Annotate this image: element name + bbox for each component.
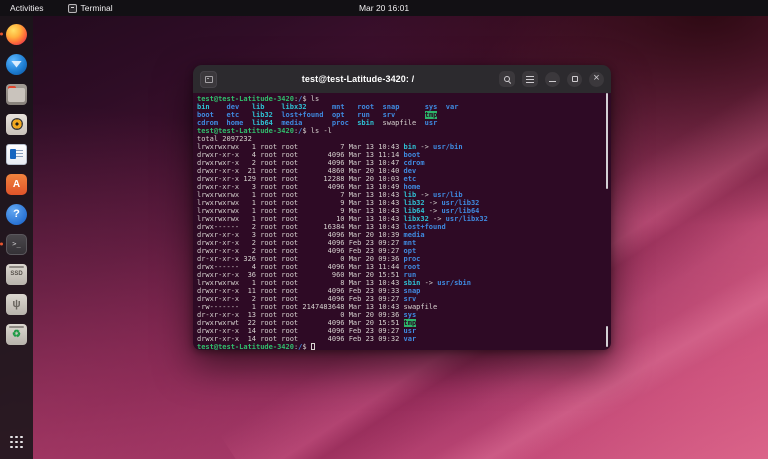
terminal-line: drwxr-xr-x 36 root root 960 Mar 20 15:51… — [197, 271, 417, 279]
maximize-icon — [571, 76, 578, 82]
usb-drive-icon: ψ — [6, 293, 27, 315]
terminal-line: lrwxrwxrwx 1 root root 10 Mar 13 10:43 l… — [197, 215, 488, 223]
terminal-line: drwxr-xr-x 2 root root 4096 Feb 23 09:27… — [197, 239, 417, 247]
terminal-line: drwxr-xr-x 3 root root 4096 Mar 20 10:39… — [197, 231, 425, 239]
app-grid-button[interactable] — [10, 435, 24, 449]
drive-slot — [9, 265, 24, 268]
close-icon: × — [593, 72, 600, 84]
terminal-cursor — [310, 343, 315, 350]
app-menu[interactable]: Terminal — [67, 3, 113, 13]
dock-item-thunderbird[interactable] — [4, 51, 30, 77]
dock-item-terminal[interactable]: >_ — [0, 231, 30, 257]
terminal-line: drwx------ 4 root root 4096 Mar 13 11:44… — [197, 263, 421, 271]
dock-item-help[interactable]: ? — [4, 201, 30, 227]
ssd-label: SSD — [10, 271, 23, 277]
titlebar[interactable]: test@test-Latitude-3420: / × — [193, 65, 611, 93]
terminal-line: lrwxrwxrwx 1 root root 7 Mar 13 10:43 bi… — [197, 143, 463, 151]
minimize-button[interactable] — [545, 71, 560, 87]
dock-item-ssd-drive[interactable]: SSD — [4, 261, 30, 287]
terminal-line: drwxr-xr-x 4 root root 4096 Mar 13 11:14… — [197, 151, 421, 159]
drive-slot — [9, 325, 24, 328]
terminal-line: drwxr-xr-x 2 root root 4096 Feb 23 09:27… — [197, 295, 417, 303]
terminal-line: total 2097232 — [197, 135, 252, 143]
terminal-line: boot etc lib32 lost+found opt run srv tm… — [197, 111, 438, 119]
terminal-line: drwxr-xr-x 14 root root 4096 Feb 23 09:2… — [197, 327, 417, 335]
dock-item-ubuntu-software[interactable]: A — [4, 171, 30, 197]
dock-item-usb-drive[interactable]: ψ — [4, 291, 30, 317]
help-icon: ? — [6, 203, 27, 225]
tab-button[interactable] — [200, 70, 217, 88]
recycle-icon: ♻ — [12, 328, 21, 340]
running-indicator — [0, 32, 3, 36]
terminal-line: dr-xr-xr-x 13 root root 0 Mar 20 09:36 s… — [197, 311, 417, 319]
rhythmbox-icon — [6, 113, 27, 135]
terminal-line: -rw------- 1 root root 2147483648 Mar 13… — [197, 303, 438, 311]
terminal-window: test@test-Latitude-3420: / × test@test-L… — [193, 65, 611, 350]
terminal-line: drwx------ 2 root root 16384 Mar 13 10:4… — [197, 223, 446, 231]
ubuntu-software-icon: A — [6, 173, 27, 195]
dock-item-recycle-drive[interactable]: ♻ — [4, 321, 30, 347]
close-button[interactable]: × — [589, 71, 604, 87]
terminal-line: drwxr-xr-x 14 root root 4096 Feb 23 09:3… — [197, 335, 417, 343]
hamburger-menu-icon — [526, 75, 534, 83]
terminal-line: cdrom home lib64 media proc sbin swapfil… — [197, 119, 438, 127]
terminal-line: test@test-Latitude-3420:/$ — [197, 343, 609, 350]
libreoffice-writer-icon — [6, 143, 27, 165]
terminal-line: drwxr-xr-x 21 root root 4860 Mar 20 10:4… — [197, 167, 417, 175]
dock-item-files[interactable] — [4, 81, 30, 107]
desktop: Activities Terminal Mar 20 16:01 A ? >_ … — [0, 0, 768, 459]
terminal-line: lrwxrwxrwx 1 root root 9 Mar 13 10:43 li… — [197, 207, 480, 215]
running-indicator — [0, 242, 3, 246]
minimize-icon — [549, 81, 556, 82]
terminal-line: drwxr-xr-x 3 root root 4096 Mar 13 10:49… — [197, 183, 421, 191]
terminal-line: bin dev lib libx32 mnt root snap sys var — [197, 103, 459, 111]
menu-button[interactable] — [522, 71, 538, 87]
terminal-line: lrwxrwxrwx 1 root root 9 Mar 13 10:43 li… — [197, 199, 480, 207]
terminal-line: drwxr-xr-x 129 root root 12288 Mar 20 10… — [197, 175, 417, 183]
files-icon — [6, 83, 27, 105]
window-title: test@test-Latitude-3420: / — [301, 74, 415, 84]
search-button[interactable] — [499, 71, 515, 87]
ssd-drive-icon: SSD — [6, 263, 27, 285]
scrollbar-thumb[interactable] — [606, 326, 608, 347]
terminal-line: lrwxrwxrwx 1 root root 7 Mar 13 10:43 li… — [197, 191, 463, 199]
search-icon — [504, 76, 510, 82]
terminal-line: lrwxrwxrwx 1 root root 8 Mar 13 10:43 sb… — [197, 279, 471, 287]
terminal-line: drwxrwxr-x 2 root root 4096 Mar 13 10:47… — [197, 159, 425, 167]
scrollbar-thumb[interactable] — [606, 93, 608, 189]
terminal-line: dr-xr-xr-x 326 root root 0 Mar 20 09:36 … — [197, 255, 421, 263]
dock-item-libreoffice-writer[interactable] — [4, 141, 30, 167]
top-bar: Activities Terminal Mar 20 16:01 — [0, 0, 768, 16]
dock-item-firefox[interactable] — [0, 21, 30, 47]
maximize-button[interactable] — [567, 71, 582, 87]
terminal-line: drwxr-xr-x 11 root root 4096 Feb 23 09:3… — [197, 287, 421, 295]
dock-item-rhythmbox[interactable] — [4, 111, 30, 137]
clock[interactable]: Mar 20 16:01 — [359, 0, 409, 16]
terminal-tab-icon — [204, 75, 213, 83]
terminal-line: drwxr-xr-x 2 root root 4096 Feb 23 09:27… — [197, 247, 417, 255]
terminal-line: test@test-Latitude-3420:/$ ls — [197, 95, 320, 103]
terminal-line: drwxrwxrwt 22 root root 4096 Mar 20 15:5… — [197, 319, 417, 327]
terminal-line: test@test-Latitude-3420:/$ ls -l — [197, 127, 332, 135]
usb-glyph-icon: ψ — [12, 298, 21, 310]
activities-button[interactable]: Activities — [0, 0, 54, 16]
terminal-icon: >_ — [6, 233, 27, 255]
terminal-app-icon — [67, 3, 77, 13]
dock: A ? >_ SSD ψ ♻ — [0, 16, 33, 459]
terminal-output[interactable]: test@test-Latitude-3420:/$ ls bin dev lib… — [193, 93, 611, 350]
firefox-icon — [6, 23, 27, 45]
app-menu-label: Terminal — [80, 3, 113, 13]
recycle-drive-icon: ♻ — [6, 323, 27, 345]
thunderbird-icon — [6, 53, 27, 75]
titlebar-actions: × — [499, 71, 604, 87]
